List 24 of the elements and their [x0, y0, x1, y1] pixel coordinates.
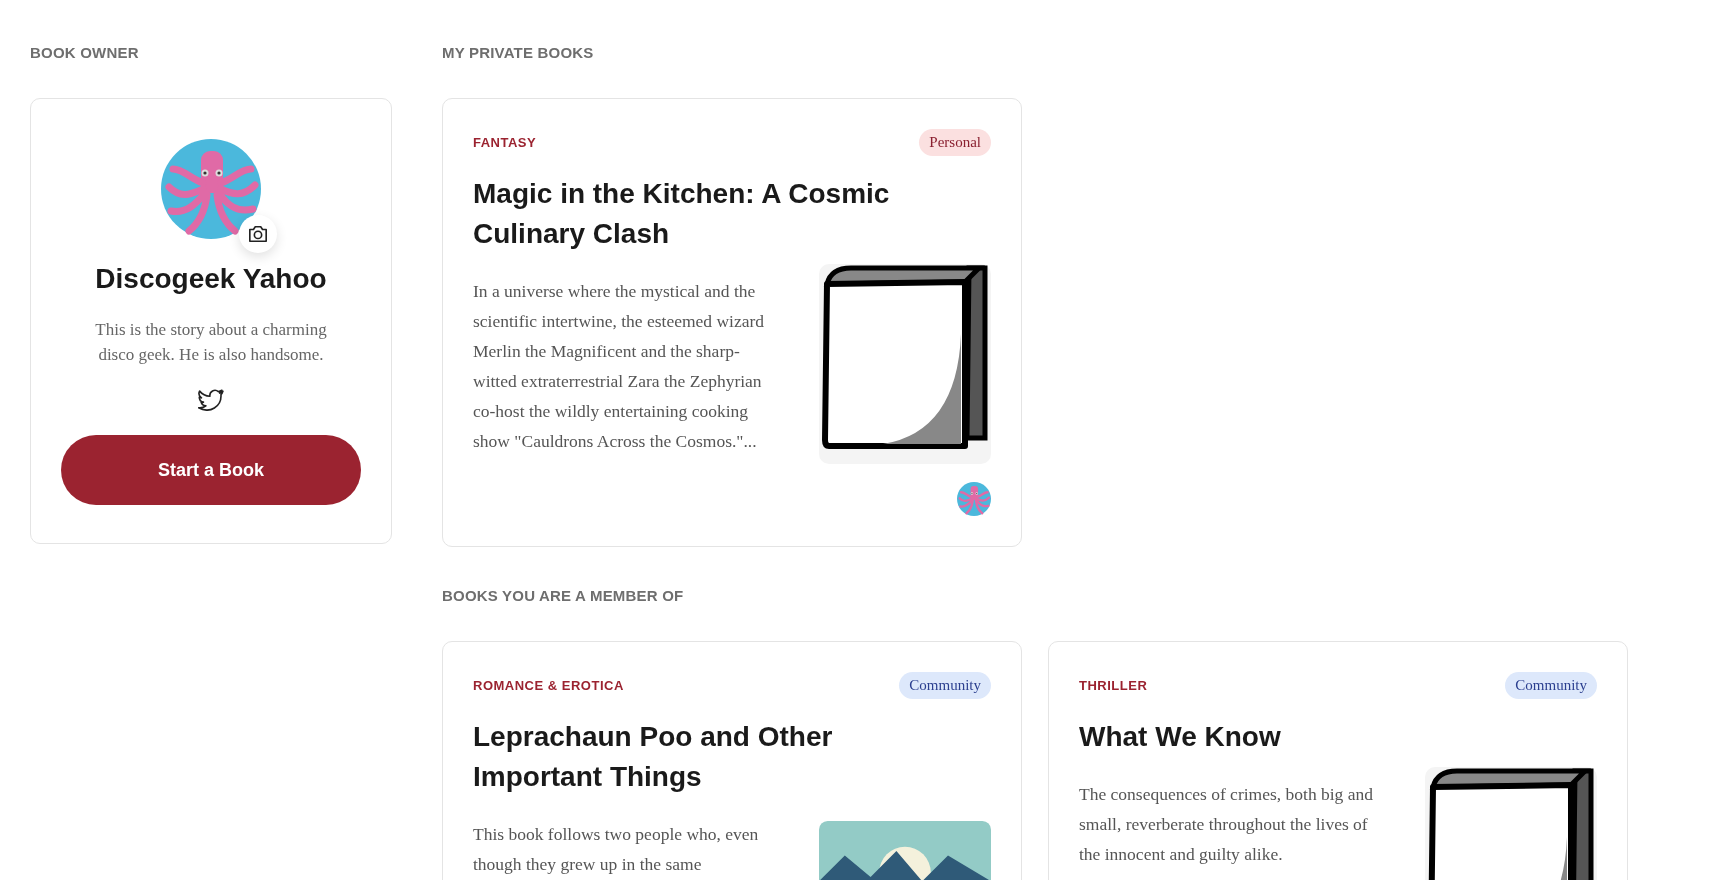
- book-description: This book follows two people who, even though they grew up in the same: [473, 823, 760, 876]
- owner-bio: This is the story about a charming disco geek. He is also handsome.: [94, 319, 328, 366]
- genre-label: FANTASY: [473, 135, 537, 150]
- book-card[interactable]: ROMANCE & EROTICA Community Leprachaun Poo and Other Important Things This book follows two people who, even though they grew up in the same: [442, 641, 1022, 880]
- visibility-tag: Community: [1505, 672, 1597, 699]
- camera-button[interactable]: [239, 215, 277, 253]
- section-heading: BOOKS YOU ARE A MEMBER OF: [442, 586, 685, 606]
- section-heading: MY PRIVATE BOOKS: [442, 43, 595, 63]
- start-book-button[interactable]: Start a Book: [61, 435, 361, 505]
- owner-name: Discogeek Yahoo: [95, 263, 327, 295]
- book-title[interactable]: What We Know: [1079, 717, 1499, 757]
- book-title[interactable]: Leprachaun Poo and Other Important Things: [473, 717, 893, 797]
- book-card[interactable]: THRILLER Community What We Know The consequences of crimes, both big and small, reverberate throughout the lives of the innocent and guilty alike.: [1048, 641, 1628, 880]
- book-description: In a universe where the mystical and the scientific intertwine, the esteemed wizard Merlin the Magnificent and the sharp-witted extraterrestrial Zara the Zephyrian co-host the wildly entertaining cooking show "Cauldrons Across the Cosmos."...: [473, 280, 766, 453]
- genre-label: THRILLER: [1079, 678, 1148, 693]
- visibility-tag: Personal: [919, 129, 991, 156]
- camera-icon[interactable]: [247, 224, 269, 244]
- book-card[interactable]: [442, 98, 1022, 547]
- visibility-tag: Community: [899, 672, 991, 699]
- book-description: The consequences of crimes, both big and small, reverberate throughout the lives of the innocent and guilty alike.: [1079, 783, 1374, 866]
- genre-label: ROMANCE & EROTICA: [473, 678, 624, 693]
- section-heading: BOOK OWNER: [30, 43, 140, 63]
- bird-icon[interactable]: [198, 389, 224, 411]
- book-title[interactable]: Magic in the Kitchen: A Cosmic Culinary Clash: [473, 174, 893, 254]
